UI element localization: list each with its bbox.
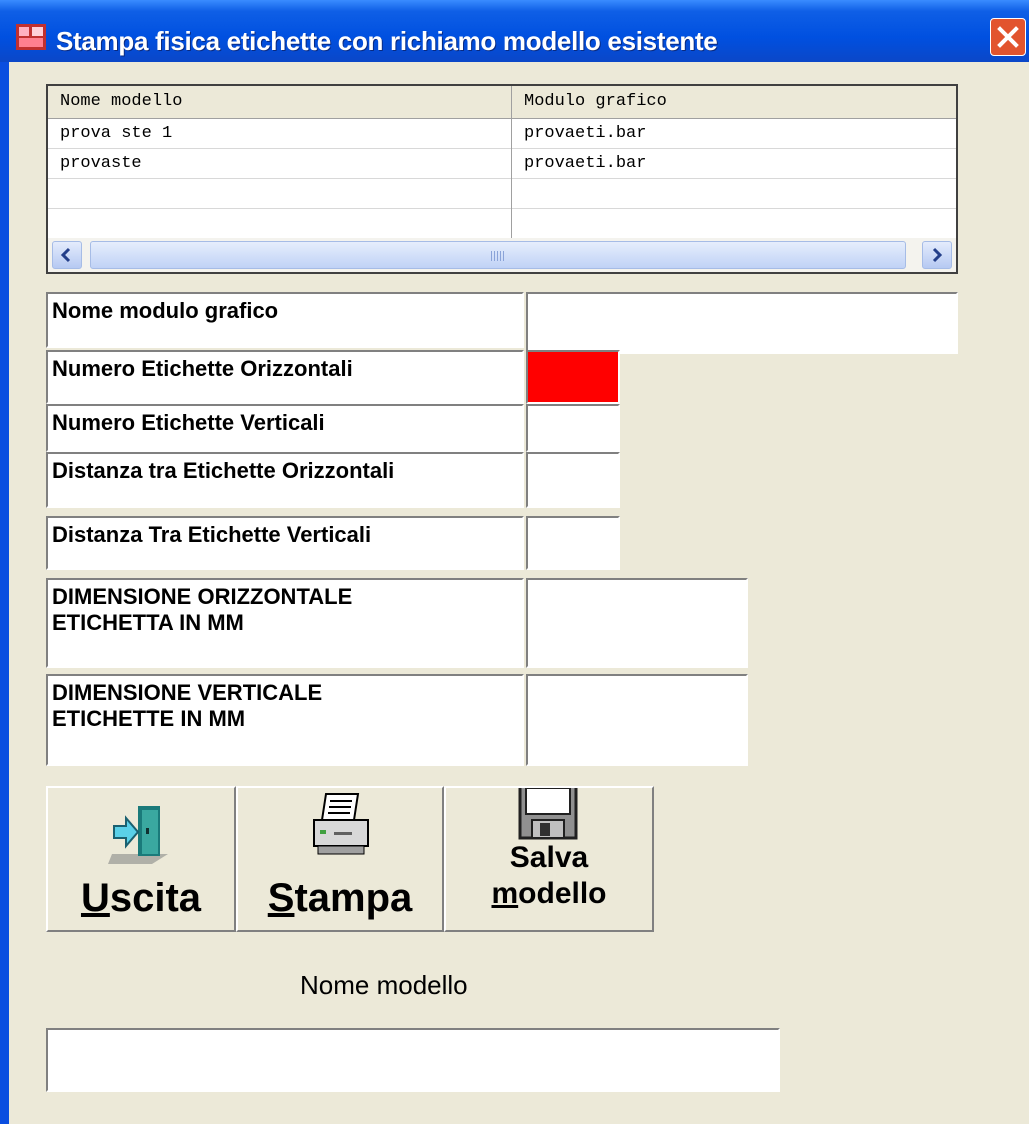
input-dimensione-orizzontale[interactable]	[526, 578, 748, 668]
close-button[interactable]	[990, 18, 1026, 56]
label-distanza-etichette-verticali: Distanza Tra Etichette Verticali	[46, 516, 524, 570]
label-rest: tampa	[294, 876, 413, 920]
scroll-right-button[interactable]	[922, 241, 952, 269]
mnemonic: S	[267, 876, 295, 920]
uscita-button[interactable]: Uscita	[46, 786, 236, 932]
scroll-left-button[interactable]	[52, 241, 82, 269]
input-distanza-etichette-orizzontali[interactable]	[526, 452, 620, 508]
label-rest: scita	[109, 876, 202, 920]
stampa-label: Stampa	[238, 876, 442, 921]
title-bar: Stampa fisica etichette con richiamo mod…	[0, 0, 1029, 62]
label-rest: odello	[518, 877, 607, 910]
table-row[interactable]: prova ste 1 provaeti.bar	[48, 118, 956, 149]
label-distanza-etichette-orizzontali: Distanza tra Etichette Orizzontali	[46, 452, 524, 508]
close-icon	[997, 26, 1019, 48]
label-line: ETICHETTA IN MM	[52, 610, 244, 635]
chevron-left-icon	[60, 247, 71, 263]
cell-empty	[512, 178, 956, 208]
uscita-label: Uscita	[48, 876, 234, 921]
label-line: modello	[446, 876, 652, 912]
stampa-button[interactable]: Stampa	[236, 786, 444, 932]
exit-door-icon	[108, 806, 168, 864]
cell-empty	[48, 178, 512, 208]
label-nome-modulo-grafico: Nome modulo grafico	[46, 292, 524, 348]
printer-icon	[313, 793, 369, 855]
scroll-thumb[interactable]	[90, 241, 906, 269]
grid-header: Nome modello Modulo grafico	[48, 86, 956, 119]
cell-nome-modello: provaste	[48, 148, 512, 178]
cell-modulo-grafico: provaeti.bar	[524, 154, 647, 173]
label-line: Salva	[509, 841, 589, 874]
salva-modello-button[interactable]: Salva modello	[444, 786, 654, 932]
mnemonic: m	[491, 877, 519, 910]
column-header-nome-modello[interactable]: Nome modello	[48, 86, 512, 118]
input-numero-etichette-orizzontali[interactable]	[526, 350, 620, 404]
chevron-right-icon	[932, 247, 943, 263]
grip-icon	[491, 251, 505, 261]
nome-modello-label: Nome modello	[300, 970, 468, 1000]
cell-empty	[48, 208, 512, 238]
floppy-disk-icon	[518, 788, 578, 840]
app-window: Stampa fisica etichette con richiamo mod…	[0, 0, 1029, 1124]
input-numero-etichette-verticali[interactable]	[526, 404, 620, 452]
input-nome-modulo-grafico[interactable]	[526, 292, 958, 354]
nome-modello-input[interactable]	[46, 1028, 780, 1092]
label-line: DIMENSIONE VERTICALE	[52, 680, 323, 705]
input-distanza-etichette-verticali[interactable]	[526, 516, 620, 570]
cell-empty	[512, 208, 956, 238]
label-dimensione-verticale: DIMENSIONE VERTICALE ETICHETTE IN MM	[46, 674, 524, 766]
label-dimensione-orizzontale: DIMENSIONE ORIZZONTALE ETICHETTA IN MM	[46, 578, 524, 668]
window-title: Stampa fisica etichette con richiamo mod…	[56, 26, 718, 56]
column-header-modulo-grafico[interactable]: Modulo grafico	[512, 86, 956, 118]
table-row-empty[interactable]	[48, 178, 956, 209]
horizontal-scrollbar[interactable]	[48, 238, 956, 272]
table-row[interactable]: provaste provaeti.bar	[48, 148, 956, 179]
mnemonic: U	[80, 876, 110, 920]
cell-nome-modello: prova ste 1	[48, 118, 512, 148]
cell-modulo-grafico: provaeti.bar	[524, 124, 647, 143]
models-grid[interactable]: Nome modello Modulo grafico prova ste 1 …	[46, 84, 958, 274]
salva-modello-label: Salva modello	[446, 840, 652, 912]
label-numero-etichette-orizzontali: Numero Etichette Orizzontali	[46, 350, 524, 404]
app-icon	[16, 24, 46, 50]
label-numero-etichette-verticali: Numero Etichette Verticali	[46, 404, 524, 452]
input-dimensione-verticale[interactable]	[526, 674, 748, 766]
table-row-empty[interactable]	[48, 208, 956, 239]
label-line: DIMENSIONE ORIZZONTALE	[52, 584, 353, 609]
label-line: ETICHETTE IN MM	[52, 706, 246, 731]
